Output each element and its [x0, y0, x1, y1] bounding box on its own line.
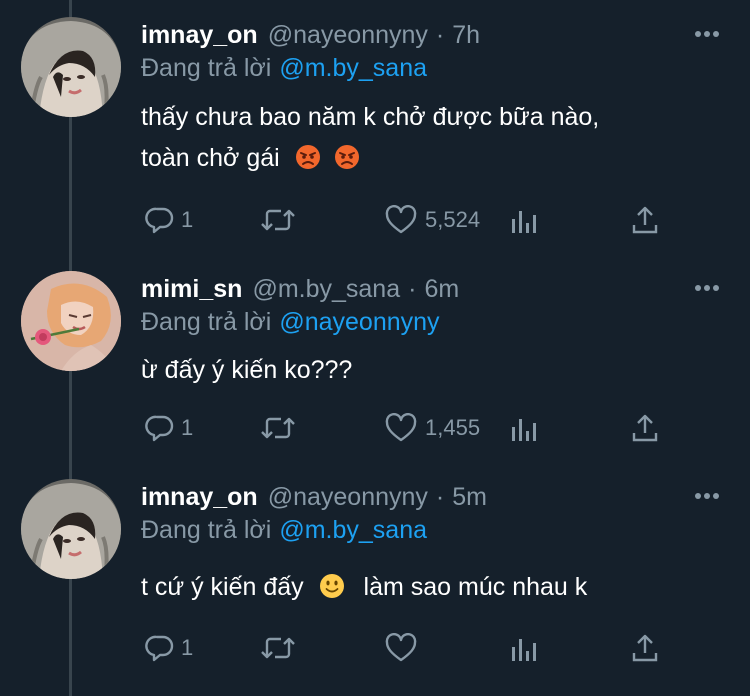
action-bar: 1 5,524: [141, 203, 681, 237]
heart-icon: [385, 633, 417, 662]
display-name[interactable]: imnay_on: [141, 21, 258, 50]
share-button[interactable]: [631, 203, 659, 237]
reply-count: 1: [181, 415, 194, 440]
retweet-button[interactable]: [259, 203, 307, 237]
like-button[interactable]: 1,455: [385, 411, 480, 445]
analytics-icon: [512, 639, 536, 661]
reply-count: 1: [181, 207, 194, 232]
display-name[interactable]: imnay_on: [141, 483, 258, 512]
more-icon: [695, 285, 719, 291]
retweet-icon: [261, 417, 295, 439]
tweet-text: ừ đấy ý kiến ko???: [141, 350, 352, 391]
avatar-image: [21, 17, 121, 117]
avatar[interactable]: [21, 17, 121, 117]
mention-link[interactable]: @nayeonnyny: [279, 308, 439, 336]
reply-button[interactable]: 1: [145, 203, 193, 237]
like-count: 5,524: [425, 207, 481, 232]
user-handle[interactable]: @nayeonnyny: [268, 483, 428, 512]
more-options-button[interactable]: [694, 275, 720, 301]
share-icon: [632, 206, 658, 234]
reply-icon: [145, 415, 174, 442]
retweet-button[interactable]: [259, 411, 307, 445]
tweet-text-line: toàn chở gái: [141, 138, 599, 179]
timestamp[interactable]: 6m: [424, 275, 459, 304]
tweet-header: imnay_on @nayeonnyny · 7h: [141, 17, 480, 53]
retweet-icon: [261, 637, 295, 659]
reply-count: 1: [181, 635, 194, 660]
action-bar: 1: [141, 631, 681, 665]
more-options-button[interactable]: [694, 21, 720, 47]
replying-label: Đang trả lời: [141, 516, 272, 544]
angry-face-emoji: [295, 145, 320, 169]
more-icon: [695, 31, 719, 37]
more-icon: [695, 493, 719, 499]
tweet-text: thấy chưa bao năm k chở được bữa nào, to…: [141, 97, 599, 179]
avatar[interactable]: [21, 271, 121, 371]
like-count: 1,455: [425, 415, 481, 440]
analytics-icon: [512, 419, 536, 441]
reply-button[interactable]: 1: [145, 631, 193, 665]
mention-link[interactable]: @m.by_sana: [279, 516, 427, 544]
tweet-text-line: ừ đấy ý kiến ko???: [141, 356, 353, 384]
analytics-icon: [512, 211, 536, 233]
angry-face-emoji: [334, 145, 359, 169]
replying-to: Đang trả lời @m.by_sana: [141, 54, 427, 83]
tweet-header: mimi_sn @m.by_sana · 6m: [141, 271, 459, 307]
tweet-text-line: thấy chưa bao năm k chở được bữa nào,: [141, 103, 600, 131]
tweet-header: imnay_on @nayeonnyny · 5m: [141, 479, 487, 515]
replying-label: Đang trả lời: [141, 54, 272, 82]
avatar[interactable]: [21, 479, 121, 579]
avatar-image: [21, 271, 121, 371]
reply-icon: [145, 207, 174, 234]
tweet-text-fragment: làm sao múc nhau k: [363, 573, 588, 601]
display-name[interactable]: mimi_sn: [141, 275, 242, 304]
tweet-text-fragment: t cứ ý kiến đấy: [141, 573, 304, 601]
heart-icon: [385, 413, 417, 442]
tweet-text: t cứ ý kiến đấy làm sao múc nhau k: [141, 567, 587, 608]
share-button[interactable]: [631, 411, 659, 445]
retweet-button[interactable]: [259, 631, 307, 665]
reply-button[interactable]: 1: [145, 411, 193, 445]
retweet-icon: [261, 209, 295, 231]
share-icon: [632, 414, 658, 442]
separator-dot: ·: [408, 274, 417, 303]
reply-icon: [145, 635, 174, 662]
replying-to: Đang trả lời @m.by_sana: [141, 516, 427, 545]
user-handle[interactable]: @nayeonnyny: [268, 21, 428, 50]
timestamp[interactable]: 5m: [452, 483, 487, 512]
timestamp[interactable]: 7h: [452, 21, 480, 50]
analytics-button[interactable]: [509, 203, 537, 237]
like-button[interactable]: [385, 631, 425, 665]
separator-dot: ·: [435, 482, 445, 511]
more-options-button[interactable]: [694, 483, 720, 509]
user-handle[interactable]: @m.by_sana: [252, 275, 400, 304]
heart-icon: [385, 205, 417, 234]
tweet-text-fragment: toàn chở gái: [141, 144, 280, 172]
like-button[interactable]: 5,524: [385, 203, 480, 237]
mention-link[interactable]: @m.by_sana: [279, 54, 427, 82]
share-icon: [632, 634, 658, 662]
separator-dot: ·: [435, 20, 445, 49]
analytics-button[interactable]: [509, 631, 537, 665]
avatar-image: [21, 479, 121, 579]
slightly-smiling-face-emoji: [319, 574, 344, 598]
share-button[interactable]: [631, 631, 659, 665]
action-bar: 1 1,455: [141, 411, 681, 445]
replying-label: Đang trả lời: [141, 308, 272, 336]
analytics-button[interactable]: [509, 411, 537, 445]
replying-to: Đang trả lời @nayeonnyny: [141, 308, 440, 337]
